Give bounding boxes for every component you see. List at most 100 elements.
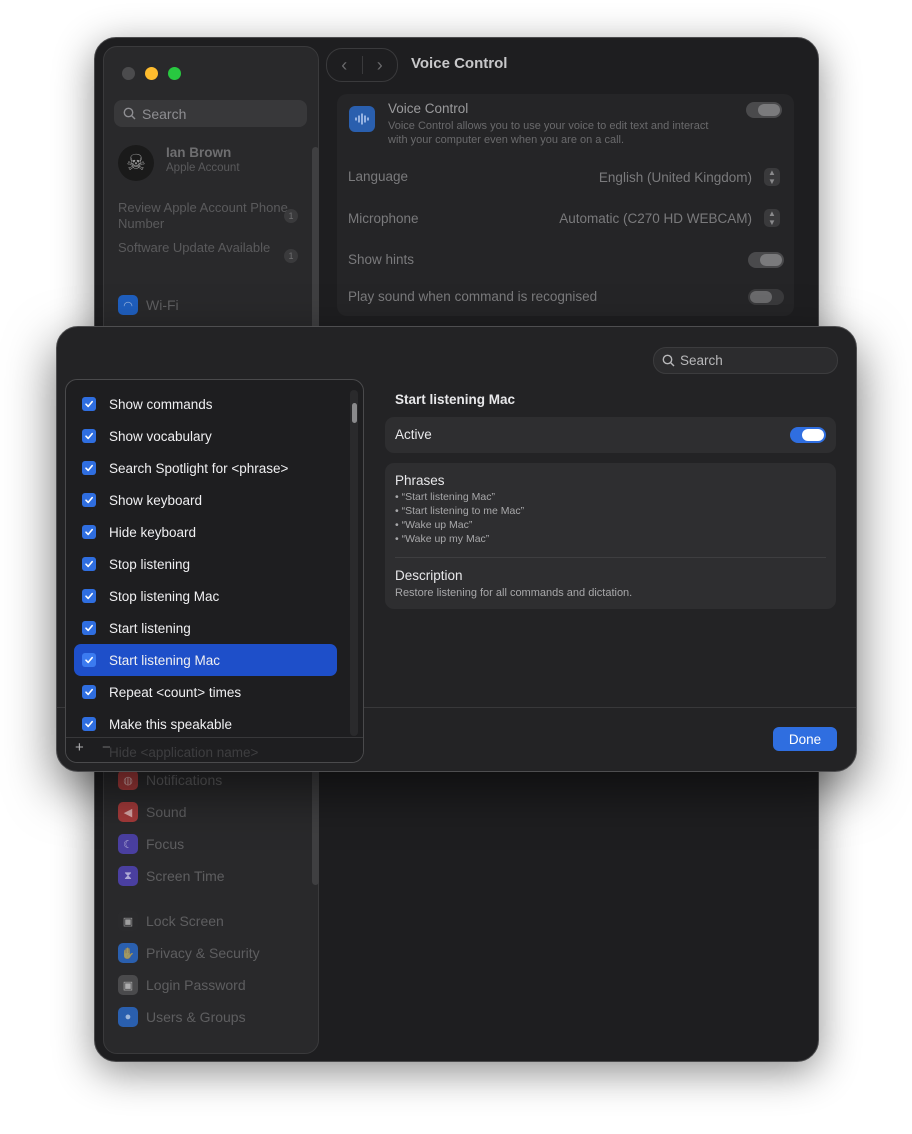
sidebar-item-lock-screen[interactable]: ▣ Lock Screen bbox=[118, 910, 224, 932]
list-item-label: Hide keyboard bbox=[109, 524, 197, 540]
command-list-scroll-thumb[interactable] bbox=[352, 403, 357, 423]
play-sound-label: Play sound when command is recognised bbox=[348, 289, 598, 304]
checkbox-checked-icon[interactable] bbox=[82, 557, 96, 571]
list-item-label: Make this speakable bbox=[109, 716, 233, 732]
remove-command-button[interactable]: − bbox=[102, 739, 111, 756]
list-item[interactable]: Start listening bbox=[74, 612, 337, 644]
checkbox-checked-icon[interactable] bbox=[82, 525, 96, 539]
list-item-partially-hidden: Hide <application name> bbox=[109, 745, 259, 760]
zoom-window-button[interactable] bbox=[168, 67, 181, 80]
list-item-label: Stop listening Mac bbox=[109, 588, 220, 604]
list-item-label: Start listening Mac bbox=[109, 652, 221, 668]
description-text: Restore listening for all commands and d… bbox=[395, 587, 633, 599]
skull-avatar-icon: ☠ bbox=[118, 145, 154, 181]
checkbox-checked-icon[interactable] bbox=[82, 397, 96, 411]
microphone-value[interactable]: Automatic (C270 HD WEBCAM) bbox=[559, 211, 752, 226]
window-title: Voice Control bbox=[411, 55, 508, 72]
notice-review-apple-account[interactable]: Review Apple Account Phone Number bbox=[118, 200, 298, 232]
sidebar-item-label: Notifications bbox=[146, 772, 223, 788]
sidebar-item-screen-time[interactable]: ⧗ Screen Time bbox=[118, 865, 225, 887]
list-item[interactable]: Stop listening bbox=[74, 548, 337, 580]
navigation-buttons: ‹ › bbox=[326, 48, 398, 82]
speaker-icon: ◀ bbox=[118, 802, 138, 822]
notice-label: Review Apple Account Phone Number bbox=[118, 200, 288, 231]
checkbox-checked-icon[interactable] bbox=[82, 653, 96, 667]
sidebar-item-sound[interactable]: ◀ Sound bbox=[118, 801, 186, 823]
notice-badge: 1 bbox=[284, 249, 298, 263]
minimize-window-button[interactable] bbox=[145, 67, 158, 80]
language-value[interactable]: English (United Kingdom) bbox=[599, 170, 752, 185]
phrase-item: • “Wake up my Mac” bbox=[395, 533, 490, 545]
sidebar-item-focus[interactable]: ☾ Focus bbox=[118, 833, 184, 855]
back-button[interactable]: ‹ bbox=[327, 55, 362, 76]
command-detail-title: Start listening Mac bbox=[395, 392, 516, 407]
command-list: Show commands Show vocabulary Search Spo… bbox=[65, 379, 364, 763]
checkbox-checked-icon[interactable] bbox=[82, 685, 96, 699]
list-item[interactable]: Show keyboard bbox=[74, 484, 337, 516]
hourglass-icon: ⧗ bbox=[118, 866, 138, 886]
sidebar-item-privacy-security[interactable]: ✋ Privacy & Security bbox=[118, 942, 260, 964]
checkbox-checked-icon[interactable] bbox=[82, 589, 96, 603]
forward-button[interactable]: › bbox=[363, 55, 398, 76]
sidebar-item-label: Lock Screen bbox=[146, 913, 224, 929]
list-item[interactable]: Hide keyboard bbox=[74, 516, 337, 548]
sidebar-item-login-password[interactable]: ▣ Login Password bbox=[118, 974, 246, 996]
play-sound-toggle[interactable] bbox=[748, 289, 784, 305]
sidebar-item-label: Privacy & Security bbox=[146, 945, 260, 961]
list-item[interactable]: Repeat <count> times bbox=[74, 676, 337, 708]
search-icon bbox=[123, 107, 136, 120]
list-item[interactable]: Show commands bbox=[74, 388, 337, 420]
list-item-label: Stop listening bbox=[109, 556, 191, 572]
sidebar-item-label: Wi-Fi bbox=[146, 297, 179, 313]
lock-icon: ▣ bbox=[118, 975, 138, 995]
checkbox-checked-icon[interactable] bbox=[82, 461, 96, 475]
hand-icon: ✋ bbox=[118, 943, 138, 963]
add-command-button[interactable]: + bbox=[75, 739, 84, 756]
notice-label: Software Update Available bbox=[118, 240, 271, 255]
checkbox-checked-icon[interactable] bbox=[82, 717, 96, 731]
commands-search-input[interactable]: Search bbox=[653, 347, 838, 374]
command-info-card: Phrases • “Start listening Mac” • “Start… bbox=[385, 463, 836, 609]
active-toggle[interactable] bbox=[790, 427, 826, 443]
list-item[interactable]: Search Spotlight for <phrase> bbox=[74, 452, 337, 484]
microphone-label: Microphone bbox=[348, 211, 419, 226]
search-icon bbox=[662, 354, 675, 367]
list-item[interactable]: Show vocabulary bbox=[74, 420, 337, 452]
sidebar-item-users-groups[interactable]: ● Users & Groups bbox=[118, 1006, 246, 1028]
done-button[interactable]: Done bbox=[773, 727, 837, 751]
close-window-button[interactable] bbox=[122, 67, 135, 80]
list-item-label: Show commands bbox=[109, 396, 213, 412]
checkbox-checked-icon[interactable] bbox=[82, 493, 96, 507]
checkbox-checked-icon[interactable] bbox=[82, 621, 96, 635]
voice-waveform-icon bbox=[349, 106, 375, 132]
commands-search-placeholder: Search bbox=[680, 353, 723, 368]
sidebar-item-wifi[interactable]: ◠ Wi-Fi bbox=[118, 294, 179, 316]
checkbox-checked-icon[interactable] bbox=[82, 429, 96, 443]
list-item-label: Repeat <count> times bbox=[109, 684, 242, 700]
sidebar-search-input[interactable]: Search bbox=[114, 100, 307, 127]
active-row: Active bbox=[385, 417, 836, 453]
sidebar-item-label: Screen Time bbox=[146, 868, 225, 884]
command-list-scrollbar[interactable] bbox=[350, 390, 358, 736]
list-item[interactable]: Make this speakable bbox=[74, 708, 337, 740]
phrase-item: • “Wake up Mac” bbox=[395, 519, 473, 531]
moon-icon: ☾ bbox=[118, 834, 138, 854]
show-hints-toggle[interactable] bbox=[748, 252, 784, 268]
list-item-label: Show vocabulary bbox=[109, 428, 212, 444]
wifi-icon: ◠ bbox=[118, 295, 138, 315]
voice-control-title: Voice Control bbox=[388, 101, 469, 116]
sidebar-search-placeholder: Search bbox=[142, 105, 187, 122]
account-subtitle: Apple Account bbox=[166, 162, 240, 174]
language-label: Language bbox=[348, 169, 409, 184]
language-popup-chevrons-icon[interactable]: ▲ ▼ bbox=[764, 168, 780, 186]
sidebar-item-notifications[interactable]: ◍ Notifications bbox=[118, 769, 222, 791]
notice-software-update[interactable]: Software Update Available bbox=[118, 240, 298, 256]
description-heading: Description bbox=[395, 568, 463, 583]
list-item[interactable]: Stop listening Mac bbox=[74, 580, 337, 612]
microphone-popup-chevrons-icon[interactable]: ▲ ▼ bbox=[764, 209, 780, 227]
list-item-label: Start listening bbox=[109, 620, 191, 636]
account-name: Ian Brown bbox=[166, 145, 232, 160]
list-item-selected[interactable]: Start listening Mac bbox=[74, 644, 337, 676]
phrase-item: • “Start listening Mac” bbox=[395, 491, 495, 503]
voice-control-toggle[interactable] bbox=[746, 102, 782, 118]
